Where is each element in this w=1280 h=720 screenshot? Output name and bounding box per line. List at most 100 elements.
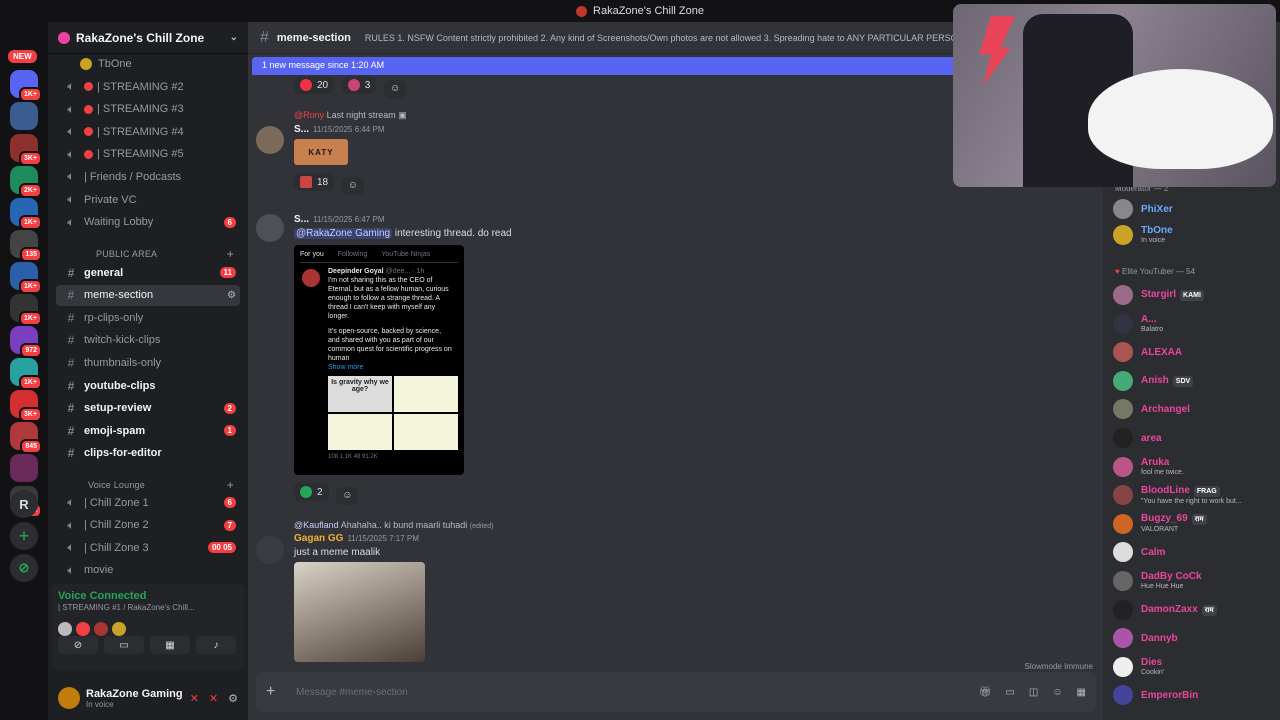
gift-icon[interactable]: 🎁︎ xyxy=(979,687,992,698)
author-avatar[interactable] xyxy=(256,536,284,564)
voice-channel[interactable]: 🔈︎ Private VC xyxy=(56,189,240,210)
message-input[interactable]: Message #meme-section xyxy=(296,687,408,698)
member-item[interactable]: DadBy CoCk Hue Hue Hue xyxy=(1113,570,1278,592)
server-icon[interactable]: 1K+ xyxy=(10,198,42,230)
screenshot-embed[interactable]: For you Following YouTube Ninjas Deepind… xyxy=(294,245,464,475)
member-item[interactable]: Bugzy_69 राम VALORANT xyxy=(1113,513,1278,535)
server-icon[interactable]: 845 xyxy=(10,422,42,454)
image-attachment[interactable]: KATY xyxy=(294,139,348,165)
server-icon[interactable]: 135 xyxy=(10,230,42,262)
voice-channel[interactable]: 🔈︎ | STREAMING #5 xyxy=(56,144,240,165)
member-item[interactable]: BloodLine FRAG "You have the right to work… xyxy=(1113,484,1278,506)
camera-off-button[interactable]: ⊘ xyxy=(58,636,98,654)
channel-clips-for-editor[interactable]: # clips-for-editor xyxy=(56,443,240,464)
server-icon[interactable]: 3K+ xyxy=(10,134,42,166)
member-item[interactable]: Anish SDV xyxy=(1113,370,1278,392)
channel-topic[interactable]: RULES 1. NSFW Content strictly prohibite… xyxy=(365,33,964,43)
gear-icon[interactable]: ⚙ xyxy=(228,692,238,705)
member-item[interactable]: A... Balatro xyxy=(1113,313,1278,335)
channel-thumbnails-only[interactable]: # thumbnails-only xyxy=(56,352,240,373)
server-icon[interactable]: 1K+ xyxy=(10,70,42,102)
add-reaction-button[interactable]: ☺ xyxy=(383,79,407,98)
reply-preview[interactable]: @Rony Last night stream ▣ xyxy=(294,110,1014,121)
category-voice-lounge[interactable]: Voice Lounge + xyxy=(56,477,240,493)
server-icon[interactable]: 972 xyxy=(10,326,42,358)
video-attachment[interactable] xyxy=(294,562,425,662)
deafen-icon[interactable]: ✕ xyxy=(209,692,218,705)
new-messages-banner[interactable]: 1 new message since 1:20 AM xyxy=(252,57,972,75)
member-item[interactable]: Stargirl KAMI xyxy=(1113,284,1278,306)
screen-share-button[interactable]: ▭ xyxy=(104,636,144,654)
voice-member-tbone[interactable]: TbOne xyxy=(56,56,240,72)
channel-youtube-clips[interactable]: # youtube-clips xyxy=(56,375,240,396)
emoji-icon[interactable]: ☺ xyxy=(1052,687,1062,698)
channel-meme-section[interactable]: # meme-section ⚙ xyxy=(56,284,240,306)
member-item[interactable]: Archangel xyxy=(1113,398,1278,420)
member-item[interactable]: PhiXer xyxy=(1113,198,1278,220)
channel-twitch-kick-clips[interactable]: # twitch-kick-clips xyxy=(56,330,240,351)
attach-plus-icon[interactable]: + xyxy=(266,683,280,701)
add-reaction-button[interactable]: ☺ xyxy=(336,486,359,505)
activities-button[interactable]: ▦ xyxy=(150,636,190,654)
member-item[interactable]: area xyxy=(1113,427,1278,449)
voice-channel[interactable]: 🔈︎ | Friends / Podcasts xyxy=(56,166,240,187)
server-icon[interactable]: 2K+ xyxy=(10,166,42,198)
reaction-button[interactable]: 2 xyxy=(294,483,329,501)
server-icon[interactable]: 1K+ xyxy=(10,294,42,326)
server-icon[interactable]: 3K+ xyxy=(10,390,42,422)
member-item[interactable]: Dannyb xyxy=(1113,627,1278,649)
author-avatar[interactable] xyxy=(256,126,284,154)
channel-setup-review[interactable]: # setup-review 2 xyxy=(56,398,240,419)
member-item[interactable]: DamonZaxx राम xyxy=(1113,599,1278,621)
add-reaction-button[interactable]: ☺ xyxy=(341,176,364,195)
voice-channel[interactable]: 🔈︎ | Chill Zone 3 00 05 xyxy=(56,537,240,558)
voice-channel[interactable]: 🔈︎ | Chill Zone 2 7 xyxy=(56,515,240,536)
participant-avatar[interactable] xyxy=(76,622,90,636)
add-channel-icon[interactable]: + xyxy=(227,478,234,492)
reaction-button[interactable]: 3 xyxy=(341,76,377,94)
reaction-button[interactable]: 18 xyxy=(294,173,335,191)
user-avatar[interactable] xyxy=(58,687,80,709)
explore-servers-button[interactable]: ⊘ xyxy=(10,554,38,582)
apps-icon[interactable]: ▦ xyxy=(1077,687,1086,698)
voice-channel[interactable]: 🔈︎ movie xyxy=(56,560,240,581)
channel-general[interactable]: # general 11 xyxy=(56,262,240,283)
server-r[interactable]: R xyxy=(10,490,38,518)
author-name[interactable]: Gagan GG xyxy=(294,533,343,544)
voice-channel[interactable]: 🔈︎ | STREAMING #4 xyxy=(56,121,240,142)
channel-emoji-spam[interactable]: # emoji-spam 1 xyxy=(56,420,240,441)
add-server-button[interactable]: + xyxy=(10,522,38,550)
voice-channel[interactable]: 🔈︎ | Chill Zone 1 6 xyxy=(56,492,240,513)
mic-muted-icon[interactable]: ✕ xyxy=(190,692,199,705)
server-icon[interactable] xyxy=(10,454,38,482)
author-avatar[interactable] xyxy=(256,214,284,242)
member-item[interactable]: EmperorBin xyxy=(1113,684,1278,706)
member-item[interactable]: Calm xyxy=(1113,541,1278,563)
member-item[interactable]: Dies Cookin' xyxy=(1113,656,1278,678)
channel-settings-icon[interactable]: ⚙ xyxy=(227,290,236,301)
add-channel-icon[interactable]: + xyxy=(227,247,234,261)
author-name[interactable]: S... xyxy=(294,124,309,135)
voice-connected-channel[interactable]: | STREAMING #1 / RakaZone's Chill... xyxy=(58,603,238,612)
member-item[interactable]: ALEXAA xyxy=(1113,341,1278,363)
channel-rp-clips-only[interactable]: # rp-clips-only xyxy=(56,307,240,328)
participant-avatar[interactable] xyxy=(112,622,126,636)
member-item[interactable]: TbOne In voice xyxy=(1113,224,1278,246)
voice-channel[interactable]: 🔈︎ | STREAMING #2 xyxy=(56,76,240,97)
server-icon[interactable]: 1K+ xyxy=(10,358,42,390)
sticker-icon[interactable]: ◫ xyxy=(1029,687,1038,698)
gif-icon[interactable]: ▭ xyxy=(1005,687,1014,698)
user-mention[interactable]: @RakaZone Gaming xyxy=(294,228,393,239)
member-item[interactable]: Aruka fool me twice. xyxy=(1113,456,1278,478)
voice-channel[interactable]: 🔈︎ Waiting Lobby 6 xyxy=(56,212,240,233)
voice-channel[interactable]: 🔈︎ | STREAMING #3 xyxy=(56,99,240,120)
user-panel[interactable]: RakaZone Gaming In voice ✕ ✕ ⚙ xyxy=(52,678,244,718)
reaction-button[interactable]: 20 xyxy=(294,76,335,94)
server-header[interactable]: RakaZone's Chill Zone ⌄ xyxy=(48,22,248,54)
soundboard-button[interactable]: ♪ xyxy=(196,636,236,654)
server-icon[interactable]: 1K+ xyxy=(10,262,42,294)
message-composer[interactable]: + Message #meme-section 🎁︎ ▭ ◫ ☺ ▦ xyxy=(256,672,1096,712)
author-name[interactable]: S... xyxy=(294,214,309,225)
reply-preview[interactable]: @Kaufland Ahahaha.. ki bund maarli tuhad… xyxy=(294,520,1014,530)
category-public-area[interactable]: PUBLIC AREA + xyxy=(56,246,240,262)
